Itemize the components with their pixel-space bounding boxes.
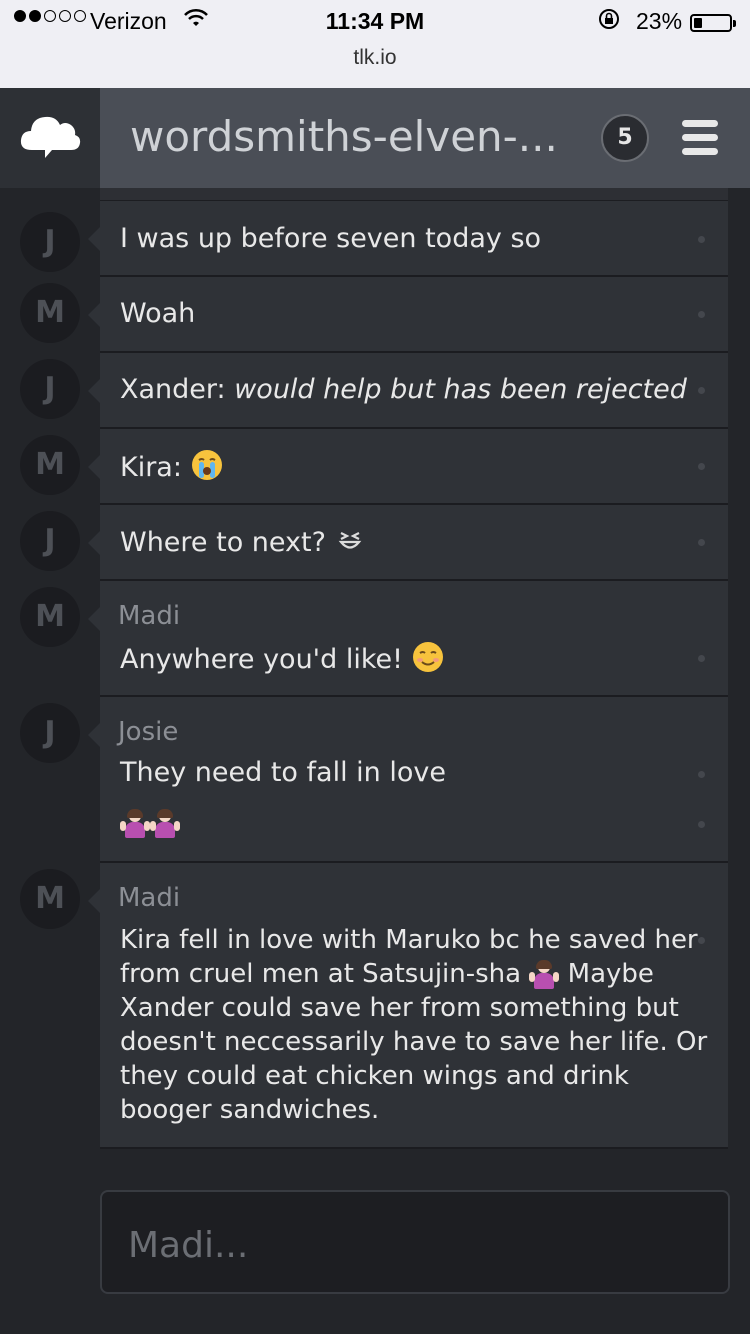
message-text: Anywhere you'd like! — [120, 641, 444, 680]
read-indicator — [698, 771, 705, 778]
cloud-logo-icon[interactable] — [18, 110, 82, 162]
message-text: Where to next? — [120, 525, 365, 562]
avatar: J — [20, 703, 80, 763]
avatar: M — [20, 869, 80, 929]
avatar: J — [20, 212, 80, 272]
battery-percentage: 23% — [636, 8, 683, 34]
message-author: Josie — [118, 717, 179, 747]
message-composer[interactable] — [100, 1190, 730, 1294]
message-text: I was up before seven today so — [120, 223, 542, 254]
message-item: Kira: — [88, 429, 728, 505]
read-indicator — [698, 937, 705, 944]
avatar: M — [20, 587, 80, 647]
avatar: J — [20, 511, 80, 571]
message-text: Xander: would help but has been rejected — [120, 374, 687, 405]
logo-cell[interactable] — [0, 88, 100, 188]
message-prefix: Xander: — [120, 374, 235, 405]
message-author: Madi — [118, 883, 181, 913]
crying-face-emoji — [191, 449, 223, 488]
message-item: I was up before seven today so — [88, 201, 728, 277]
message-item: Madi Anywhere you'd like! — [88, 581, 728, 697]
message-list[interactable]: J I was up before seven today so M Woah … — [0, 188, 750, 1173]
read-indicator — [698, 311, 705, 318]
avatar: M — [20, 435, 80, 495]
room-title: wordsmiths-elven-... — [130, 112, 558, 161]
message-text: Kira: — [120, 449, 223, 488]
message-label: Anywhere you'd like! — [120, 644, 412, 675]
battery-icon — [690, 14, 736, 32]
status-bar: Verizon 11:34 PM 23% tlk.io — [0, 0, 750, 88]
message-text: They need to fall in love — [120, 757, 446, 788]
hamburger-menu-icon[interactable] — [682, 120, 718, 156]
smiling-face-emoji — [412, 641, 444, 680]
read-indicator — [698, 539, 705, 546]
read-indicator — [698, 236, 705, 243]
shrugging-person-emoji — [529, 959, 560, 990]
message-label: Where to next? — [120, 527, 335, 558]
shrugging-person-emoji — [120, 808, 150, 839]
read-indicator — [698, 463, 705, 470]
online-users-count-badge[interactable]: 5 — [601, 114, 649, 162]
avatar: J — [20, 359, 80, 419]
rotation-lock-icon — [598, 8, 620, 35]
grinning-squinting-face-emoji — [335, 525, 365, 562]
message-item: Xander: would help but has been rejected — [88, 353, 728, 429]
message-author: Madi — [118, 601, 181, 631]
avatar: M — [20, 283, 80, 343]
previous-message-edge — [100, 188, 728, 202]
message-text: Woah — [120, 298, 196, 329]
shrugging-person-emoji — [150, 808, 180, 839]
message-emoji-row — [120, 807, 180, 839]
message-item: Josie They need to fall in love — [88, 697, 728, 863]
read-indicator — [698, 655, 705, 662]
read-indicator — [698, 821, 705, 828]
message-input[interactable] — [126, 1220, 690, 1270]
message-item: Madi Kira fell in love with Maruko bc he… — [88, 863, 728, 1149]
read-indicator — [698, 387, 705, 394]
message-item: Where to next? — [88, 505, 728, 581]
message-action: would help but has been rejected — [234, 374, 687, 405]
message-text: Kira fell in love with Maruko bc he save… — [120, 923, 710, 1127]
message-item: Woah — [88, 277, 728, 353]
message-label: Kira: — [120, 452, 191, 483]
url-bar[interactable]: tlk.io — [0, 46, 750, 70]
